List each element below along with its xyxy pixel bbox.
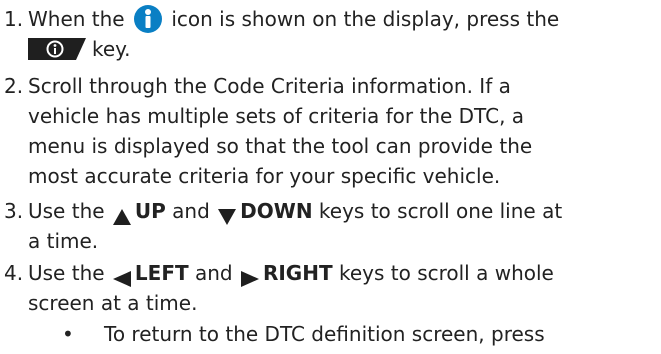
instruction-document: 1. When the icon is shown on the display…	[0, 0, 661, 354]
step-text: most accurate criteria for your specific…	[28, 164, 501, 188]
step-text: keys to scroll a whole	[332, 261, 554, 285]
step-text: Scroll through the Code Criteria informa…	[28, 74, 511, 98]
step-text: menu is displayed so that the tool can p…	[28, 134, 533, 158]
down-key-label: DOWN	[240, 199, 313, 223]
step-text: Use the	[28, 261, 111, 285]
left-triangle-icon	[112, 265, 131, 287]
step-number: 1.	[4, 7, 24, 31]
step-text: keys to scroll one line at	[312, 199, 563, 223]
step-number: 3.	[4, 199, 24, 223]
step-text: icon is shown on the display, press the	[164, 7, 560, 31]
step-text: and	[188, 261, 239, 285]
down-triangle-icon	[218, 203, 237, 225]
step-number: 2.	[4, 74, 24, 98]
info-circle-icon	[133, 4, 163, 34]
step-text: vehicle has multiple sets of criteria fo…	[28, 104, 525, 128]
up-triangle-icon	[112, 203, 131, 225]
info-key-icon	[28, 37, 86, 60]
step-number: 4.	[4, 261, 24, 285]
bullet-icon: •	[62, 322, 74, 346]
step-text: screen at a time.	[28, 291, 198, 315]
up-key-label: UP	[134, 199, 166, 223]
step-text: key.	[92, 37, 131, 61]
right-triangle-icon	[240, 265, 259, 287]
bullet-text: To return to the DTC definition screen, …	[104, 322, 545, 346]
step-text: a time.	[28, 229, 99, 253]
left-key-label: LEFT	[134, 261, 189, 285]
step-text: When the	[28, 7, 131, 31]
step-text: and	[165, 199, 217, 223]
right-key-label: RIGHT	[262, 261, 333, 285]
step-text: Use the	[28, 199, 111, 223]
